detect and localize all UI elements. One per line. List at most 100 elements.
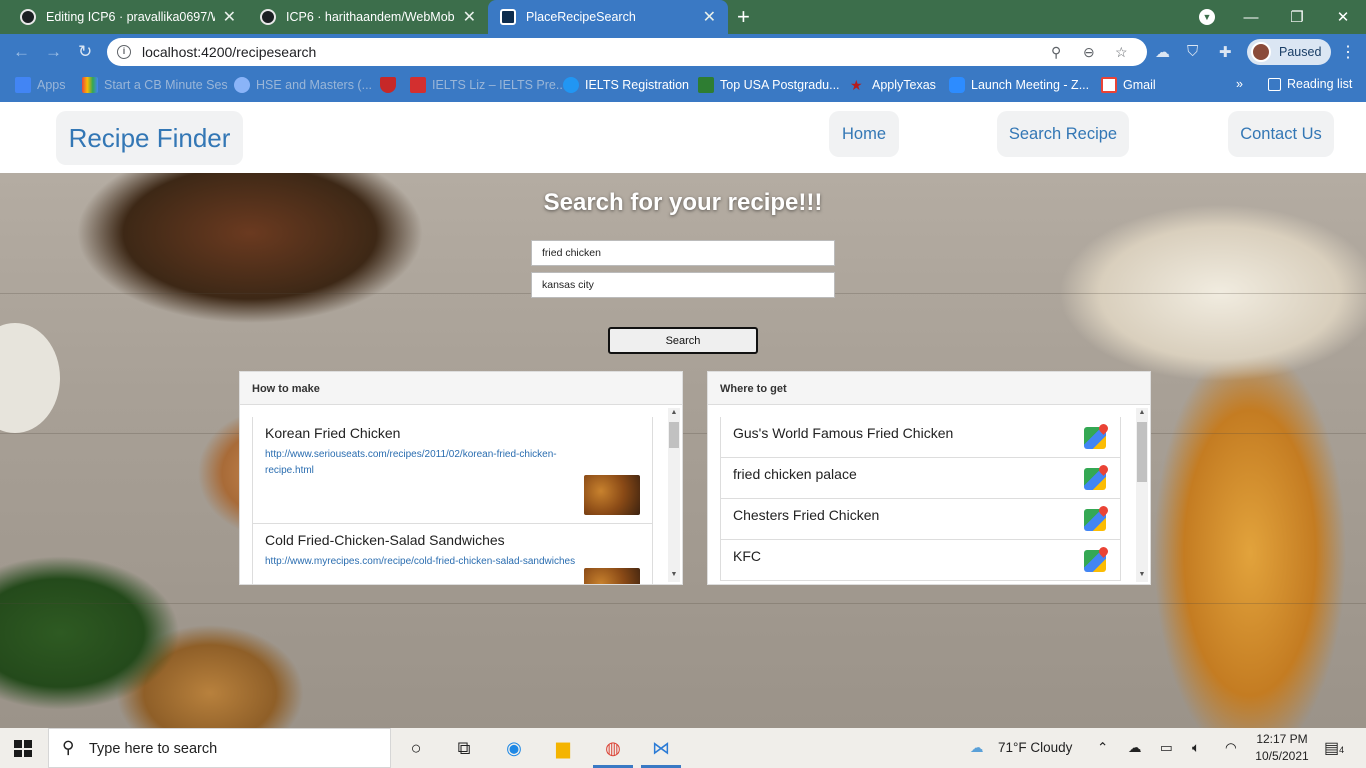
scroll-down-icon[interactable]: ▼	[1136, 571, 1148, 581]
cortana-icon[interactable]: ○	[404, 736, 428, 760]
scroll-up-icon[interactable]: ▲	[1136, 409, 1148, 419]
menu-icon[interactable]: ⋮	[1340, 42, 1356, 62]
panel-heading: How to make	[240, 372, 682, 405]
google-maps-icon[interactable]	[1084, 468, 1106, 490]
nav-contact-us[interactable]: Contact Us	[1228, 111, 1334, 157]
address-bar[interactable]: i localhost:4200/recipesearch ⚲ ⊖ ☆	[107, 38, 1147, 66]
tab-search-icon[interactable]: ▼	[1199, 9, 1215, 25]
chrome-icon[interactable]: ◍	[601, 736, 625, 760]
vscode-icon[interactable]: ⋈	[649, 736, 673, 760]
chevron-up-icon[interactable]: ⌃	[1097, 740, 1108, 756]
notification-count: 4	[1339, 745, 1345, 755]
onedrive-icon[interactable]: ☁	[1128, 740, 1142, 756]
notifications-icon[interactable]: ▤4	[1324, 738, 1344, 758]
site-navbar: Recipe Finder Home Search Recipe Contact…	[0, 102, 1366, 173]
scroll-down-icon[interactable]: ▼	[668, 571, 680, 581]
apps-grid-icon	[15, 77, 31, 93]
weather-icon: ☁	[970, 740, 984, 755]
location-icon[interactable]: ⚲	[1051, 44, 1061, 61]
battery-icon[interactable]: ▭	[1160, 740, 1173, 756]
wood-plank-line	[0, 603, 1366, 604]
system-clock[interactable]: 12:17 PM 10/5/2021	[1252, 731, 1312, 765]
wifi-icon[interactable]: ◠	[1225, 740, 1237, 756]
bookmark-label: IELTS Registration	[585, 78, 689, 92]
bookmark-applytexas[interactable]: ★ ApplyTexas	[850, 77, 936, 93]
task-view-icon[interactable]: ⧉	[452, 736, 476, 760]
bookmark-top-usa[interactable]: Top USA Postgradu...	[698, 77, 840, 93]
bookmark-cb-minute[interactable]: Start a CB Minute Ses	[82, 77, 228, 93]
list-item: Cold Fried-Chicken-Salad Sandwiches http…	[252, 523, 653, 584]
tab-strip: Editing ICP6 · pravallika0697/Wel ✕ ICP6…	[0, 0, 1366, 34]
close-icon[interactable]: ✕	[703, 7, 716, 27]
close-icon[interactable]: ✕	[223, 7, 236, 27]
volume-icon[interactable]: 🔈︎	[1192, 740, 1200, 756]
search-icon: ⚲	[62, 738, 75, 757]
bookmark-label: Apps	[37, 78, 66, 92]
brand-logo[interactable]: Recipe Finder	[56, 111, 243, 165]
url-text[interactable]: localhost:4200/recipesearch	[142, 44, 316, 60]
puzzle-icon[interactable]: ✚	[1219, 43, 1232, 61]
recipe-link[interactable]: http://www.seriouseats.com/recipes/2011/…	[265, 447, 605, 479]
google-maps-icon[interactable]	[1084, 427, 1106, 449]
recipe-link[interactable]: http://www.myrecipes.com/recipe/cold-fri…	[265, 554, 625, 570]
taskbar: ⚲ Type here to search ○ ⧉ ◉ ▆ ◍ ⋈ ☁ 71°F…	[0, 728, 1366, 768]
bookmarks-bar: Apps Start a CB Minute Ses HSE and Maste…	[0, 70, 1366, 102]
list-item: KFC	[720, 539, 1121, 581]
bookmark-hse-masters[interactable]: HSE and Masters (...	[234, 77, 372, 93]
bookmark-shield[interactable]	[380, 77, 402, 93]
windows-start-icon[interactable]	[14, 740, 32, 757]
scrollbar[interactable]: ▲ ▼	[1136, 408, 1148, 582]
forward-icon[interactable]: →	[45, 42, 62, 62]
restore-icon[interactable]: ❐	[1274, 0, 1320, 34]
bookmark-label: IELTS Liz – IELTS Pre...	[432, 78, 567, 92]
location-search-input[interactable]	[531, 272, 835, 298]
bookmark-ielts-liz[interactable]: IELTS Liz – IELTS Pre...	[410, 77, 566, 93]
bookmark-label: ApplyTexas	[872, 78, 936, 92]
site-info-icon[interactable]: i	[117, 45, 131, 59]
bookmark-label: Launch Meeting - Z...	[971, 78, 1090, 92]
window-close-icon[interactable]: ✕	[1320, 0, 1366, 34]
shield-icon[interactable]: ⛉	[1187, 43, 1198, 60]
bookmark-zoom[interactable]: Launch Meeting - Z...	[949, 77, 1089, 93]
scroll-up-icon[interactable]: ▲	[668, 409, 680, 419]
search-button[interactable]: Search	[608, 327, 758, 354]
page: Recipe Finder Home Search Recipe Contact…	[0, 102, 1366, 728]
more-bookmarks-icon[interactable]: »	[1236, 77, 1243, 91]
avatar	[1251, 42, 1271, 62]
bookmark-gmail[interactable]: Gmail	[1101, 77, 1156, 93]
reading-list[interactable]: Reading list	[1268, 77, 1352, 91]
tab-editing-icp6[interactable]: Editing ICP6 · pravallika0697/Wel ✕	[8, 0, 248, 34]
google-maps-icon[interactable]	[1084, 550, 1106, 572]
profile-button[interactable]: Paused	[1247, 39, 1331, 65]
scroll-thumb[interactable]	[1137, 422, 1147, 482]
edge-icon[interactable]: ◉	[502, 736, 526, 760]
close-icon[interactable]: ✕	[463, 7, 476, 27]
zoom-icon[interactable]: ⊖	[1083, 44, 1095, 61]
back-icon[interactable]: ←	[13, 42, 30, 62]
file-explorer-icon[interactable]: ▆	[551, 736, 575, 760]
scroll-thumb[interactable]	[669, 422, 679, 448]
nav-home[interactable]: Home	[829, 111, 899, 157]
tab-place-recipe-search[interactable]: PlaceRecipeSearch ✕	[488, 0, 728, 34]
reload-icon[interactable]: ↻	[78, 42, 92, 62]
bookmark-ielts-registration[interactable]: IELTS Registration	[563, 77, 689, 93]
bookmark-apps[interactable]: Apps	[15, 77, 66, 93]
bookmark-label: HSE and Masters (...	[256, 78, 373, 92]
weather-text[interactable]: 71°F Cloudy	[998, 740, 1072, 755]
new-tab-icon[interactable]: +	[737, 4, 750, 30]
google-maps-icon[interactable]	[1084, 509, 1106, 531]
angular-icon	[500, 9, 516, 25]
star-icon: ★	[850, 77, 863, 93]
scrollbar[interactable]: ▲ ▼	[668, 408, 680, 582]
extension-icon[interactable]: ☁	[1155, 43, 1170, 61]
h-icon	[698, 77, 714, 93]
nav-search-recipe[interactable]: Search Recipe	[997, 111, 1129, 157]
bookmark-star-icon[interactable]: ☆	[1115, 44, 1128, 61]
tab-icp6-haritha[interactable]: ICP6 · harithaandem/WebMobile ✕	[248, 0, 488, 34]
list-item: Korean Fried Chicken http://www.seriouse…	[252, 417, 653, 524]
profile-status: Paused	[1279, 45, 1322, 59]
taskbar-search-box[interactable]: ⚲ Type here to search	[48, 728, 391, 768]
recipe-search-input[interactable]	[531, 240, 835, 266]
recipe-thumbnail	[584, 475, 640, 515]
minimize-icon[interactable]: —	[1228, 0, 1274, 34]
